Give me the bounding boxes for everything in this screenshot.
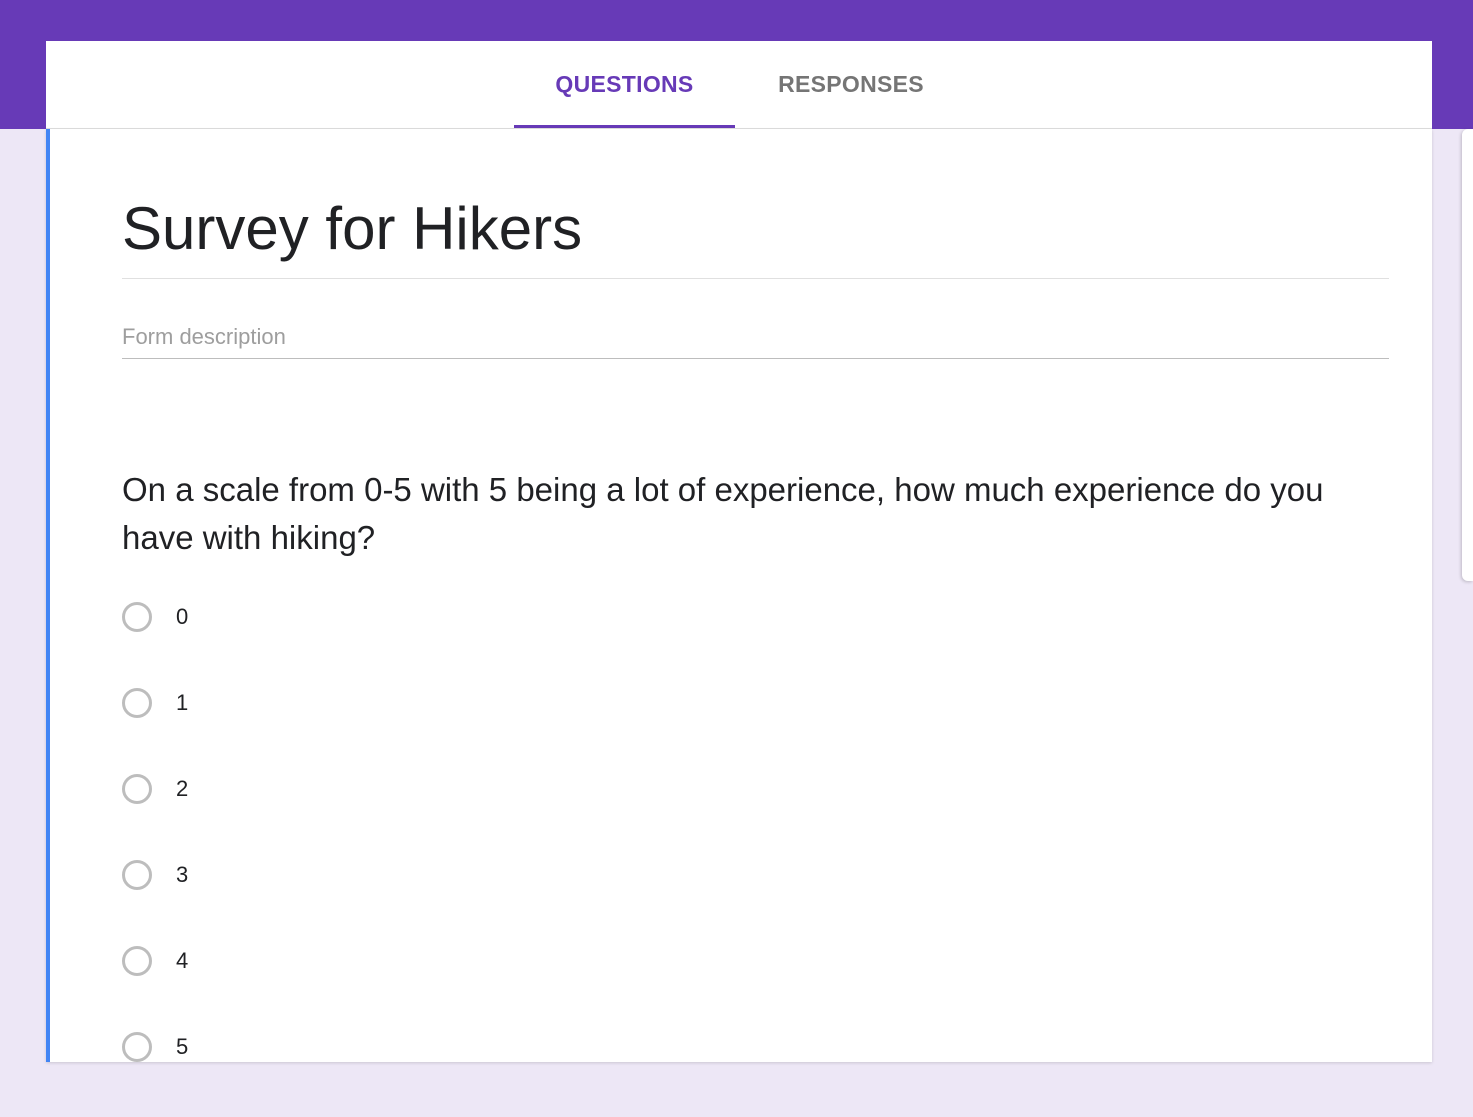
option-item: 3 [122, 859, 722, 945]
tab-responses[interactable]: RESPONSES [751, 41, 951, 128]
radio-circle-icon[interactable] [122, 946, 152, 976]
form-header-card: Survey for Hikers Form description On a … [46, 129, 1432, 1062]
tab-questions-label: QUESTIONS [555, 71, 694, 97]
option-label: 3 [176, 862, 189, 887]
option-label: 0 [176, 604, 189, 629]
radio-circle-icon[interactable] [122, 602, 152, 632]
selected-card-indicator [46, 129, 50, 1062]
side-toolbar[interactable] [1462, 129, 1473, 581]
tab-questions[interactable]: QUESTIONS [514, 41, 735, 128]
option-item: 0 [122, 601, 722, 687]
form-title-input[interactable]: Survey for Hikers [122, 189, 1389, 279]
option-item: 1 [122, 687, 722, 773]
option-item: 4 [122, 945, 722, 1031]
tab-bar: QUESTIONS RESPONSES [46, 41, 1432, 129]
question-title[interactable]: On a scale from 0-5 with 5 being a lot o… [122, 466, 1389, 562]
radio-circle-icon[interactable] [122, 1032, 152, 1062]
tab-responses-label: RESPONSES [778, 71, 924, 97]
option-label: 5 [176, 1034, 189, 1059]
option-label: 1 [176, 690, 189, 715]
option-item: 5 [122, 1031, 722, 1117]
active-tab-indicator [514, 125, 735, 128]
options-list: 0 1 2 3 4 5 [122, 601, 722, 1117]
option-item: 2 [122, 773, 722, 859]
radio-circle-icon[interactable] [122, 774, 152, 804]
radio-circle-icon[interactable] [122, 688, 152, 718]
form-description-input[interactable]: Form description [122, 317, 1389, 359]
option-label: 4 [176, 948, 189, 973]
radio-circle-icon[interactable] [122, 860, 152, 890]
option-label: 2 [176, 776, 189, 801]
